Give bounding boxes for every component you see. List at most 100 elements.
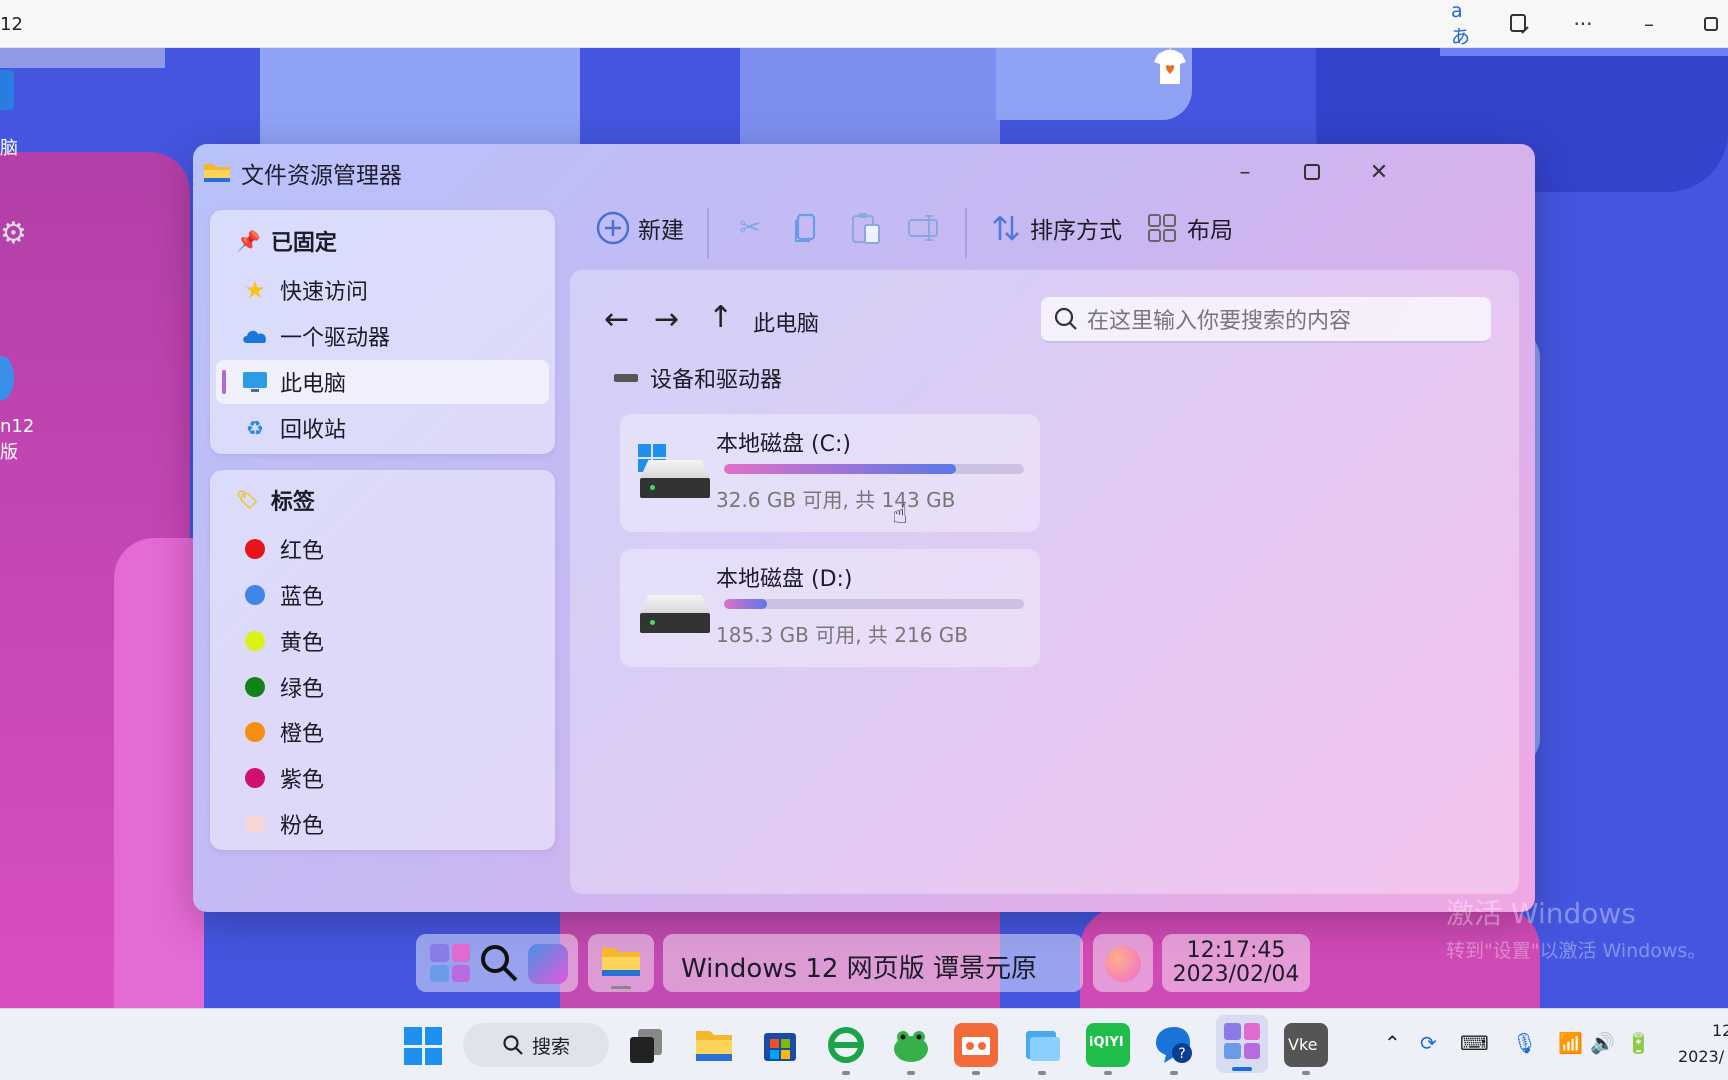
watermark-line1: 激活 Windows bbox=[1446, 897, 1636, 930]
browser-title: 12 bbox=[0, 14, 23, 35]
copy-icon bbox=[795, 213, 816, 242]
back-button[interactable]: ← bbox=[604, 302, 629, 337]
help-chat-icon[interactable]: ? bbox=[1152, 1023, 1196, 1067]
desktop-icon-tile[interactable] bbox=[0, 70, 14, 110]
minimize-icon[interactable]: – bbox=[1634, 10, 1664, 38]
chevron-up-icon[interactable]: ⌃ bbox=[1384, 1031, 1401, 1055]
webos-clock[interactable]: 12:17:45 2023/02/04 bbox=[1162, 934, 1310, 992]
copy-button[interactable] bbox=[788, 206, 824, 250]
webos-clock-time: 12:17:45 bbox=[1186, 938, 1286, 963]
color-dot-icon bbox=[245, 539, 265, 559]
rename-icon bbox=[908, 215, 938, 241]
tag-item-orange[interactable]: 橙色 bbox=[216, 710, 549, 754]
active-indicator bbox=[611, 986, 631, 989]
search-icon bbox=[503, 1035, 523, 1055]
taskbar-search-label: 搜索 bbox=[531, 1035, 570, 1058]
window-title: 文件资源管理器 bbox=[241, 163, 402, 189]
volume-icon[interactable]: 🔊 bbox=[1590, 1031, 1615, 1055]
tag-label: 蓝色 bbox=[280, 585, 325, 610]
layout-button[interactable]: 布局 bbox=[1147, 206, 1233, 250]
gear-icon[interactable]: ⚙ bbox=[0, 216, 27, 251]
sidebar-item-quick-access[interactable]: ★ 快速访问 bbox=[216, 268, 549, 312]
color-dot-icon bbox=[245, 677, 265, 697]
file-manager-icon[interactable] bbox=[1020, 1023, 1064, 1067]
sort-button[interactable]: 排序方式 bbox=[990, 206, 1122, 250]
start-button[interactable] bbox=[404, 1027, 442, 1065]
battery-icon[interactable]: 🔋 bbox=[1626, 1031, 1651, 1055]
tag-item-pink[interactable]: 粉色 bbox=[216, 802, 549, 846]
running-indicator bbox=[1170, 1071, 1178, 1075]
folder-icon bbox=[602, 948, 640, 976]
tag-item-yellow[interactable]: 黄色 bbox=[216, 619, 549, 663]
clipboard-icon bbox=[852, 213, 880, 244]
webos-clock-date: 2023/02/04 bbox=[1172, 962, 1300, 987]
cut-button[interactable]: ✂ bbox=[732, 206, 768, 250]
translate-icon[interactable]: aあ bbox=[1451, 0, 1481, 48]
tag-item-purple[interactable]: 紫色 bbox=[216, 756, 549, 800]
file-explorer-taskbar-icon[interactable] bbox=[692, 1023, 736, 1067]
read-aloud-icon[interactable] bbox=[1505, 10, 1535, 38]
color-dot-icon bbox=[245, 768, 265, 788]
window-titlebar[interactable]: 文件资源管理器 – ✕ bbox=[193, 144, 1535, 200]
tag-color-dot bbox=[240, 631, 270, 651]
restore-icon[interactable] bbox=[1696, 10, 1726, 38]
iqiyi-icon[interactable]: iQIYI bbox=[1086, 1023, 1130, 1067]
running-indicator bbox=[1104, 1071, 1112, 1075]
sidebar-item-this-pc[interactable]: 此电脑 bbox=[216, 360, 549, 404]
vke-app-icon[interactable]: Vke bbox=[1284, 1023, 1328, 1067]
windows12-app-active[interactable] bbox=[1216, 1015, 1268, 1073]
more-icon[interactable]: ··· bbox=[1568, 10, 1598, 38]
webos-window-title-tab[interactable]: Windows 12 网页版 谭景元原 bbox=[663, 934, 1083, 992]
taskbar-search-button[interactable]: 搜索 bbox=[463, 1023, 609, 1067]
running-indicator bbox=[842, 1071, 850, 1075]
webos-widgets-icon[interactable] bbox=[528, 944, 568, 984]
vke-logo-text: Vke bbox=[1288, 1035, 1318, 1054]
recycle-bin-icon: ♻ bbox=[246, 416, 264, 440]
forward-button[interactable]: → bbox=[654, 302, 679, 337]
color-dot-icon bbox=[245, 631, 265, 651]
wifi-icon[interactable]: 📶 bbox=[1558, 1031, 1583, 1055]
task-view-icon[interactable] bbox=[624, 1023, 668, 1067]
sidebar-item-onedrive[interactable]: 一个驱动器 bbox=[216, 314, 549, 358]
webos-explorer-app[interactable] bbox=[588, 934, 654, 992]
window-maximize-button[interactable] bbox=[1292, 154, 1332, 190]
webos-window-title: Windows 12 网页版 谭景元原 bbox=[681, 954, 1037, 984]
microphone-icon[interactable]: 🎙 bbox=[1512, 1031, 1537, 1055]
up-button[interactable]: ↑ bbox=[708, 300, 733, 335]
sync-icon[interactable]: ⟳ bbox=[1420, 1031, 1437, 1055]
address-location[interactable]: 此电脑 bbox=[753, 306, 819, 338]
sidebar-item-label: 快速访问 bbox=[280, 280, 369, 305]
shirt-widget-icon[interactable] bbox=[1150, 48, 1190, 88]
tag-item-blue[interactable]: 蓝色 bbox=[216, 573, 549, 617]
window-close-button[interactable]: ✕ bbox=[1359, 154, 1399, 190]
search-box[interactable]: 在这里输入你要搜索的内容 bbox=[1041, 297, 1491, 343]
sidebar-item-recycle-bin[interactable]: ♻ 回收站 bbox=[216, 406, 549, 450]
pin-icon: 📌 bbox=[236, 229, 261, 253]
taskbar-clock-date[interactable]: 2023/ bbox=[1678, 1047, 1724, 1066]
drive-card-c[interactable]: 本地磁盘 (C:) 32.6 GB 可用, 共 143 GB bbox=[620, 414, 1040, 532]
task-view-front bbox=[630, 1037, 654, 1063]
webos-search-icon[interactable] bbox=[478, 942, 520, 988]
tag-item-green[interactable]: 绿色 bbox=[216, 665, 549, 709]
tag-item-red[interactable]: 红色 bbox=[216, 527, 549, 571]
store-icon[interactable] bbox=[758, 1023, 802, 1067]
frog-app-icon[interactable] bbox=[889, 1023, 933, 1067]
window-minimize-button[interactable]: – bbox=[1225, 154, 1265, 190]
toolbar-separator bbox=[965, 208, 967, 258]
webos-color-app[interactable] bbox=[1093, 934, 1153, 992]
tag-icon: 🏷 bbox=[236, 489, 259, 511]
drive-card-d[interactable]: 本地磁盘 (D:) 185.3 GB 可用, 共 216 GB bbox=[620, 549, 1040, 667]
desktop-icon-label: 版 bbox=[0, 442, 18, 463]
logo-pane bbox=[430, 944, 449, 962]
webos-start-icon[interactable] bbox=[430, 944, 470, 982]
paste-button[interactable] bbox=[848, 206, 884, 250]
taskbar-clock-time[interactable]: 12 bbox=[1712, 1021, 1728, 1040]
rename-button[interactable] bbox=[906, 206, 942, 250]
keyboard-icon[interactable]: ⌨ bbox=[1460, 1031, 1489, 1055]
search-icon bbox=[1054, 307, 1077, 330]
drive-name: 本地磁盘 (D:) bbox=[716, 567, 853, 592]
drive-small-icon bbox=[614, 374, 638, 382]
new-button[interactable]: 新建 bbox=[596, 206, 684, 250]
ie-browser-icon[interactable] bbox=[824, 1023, 868, 1067]
video-editor-icon[interactable] bbox=[954, 1023, 998, 1067]
